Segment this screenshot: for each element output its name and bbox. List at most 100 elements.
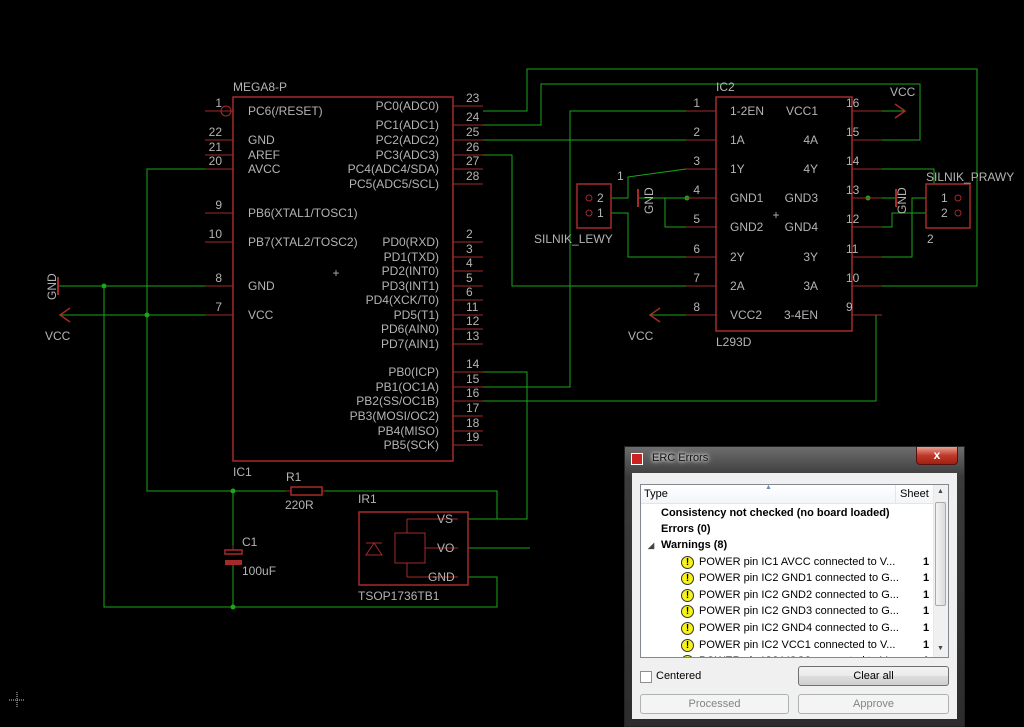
ic2-pin-label: 1Y [730, 162, 745, 176]
wire [483, 154, 686, 287]
ic1-pin-label: PD5(T1) [394, 308, 439, 322]
ic1-pin-number: 17 [466, 401, 480, 415]
ic1-pin-number: 23 [466, 91, 480, 105]
warning-icon: ! [681, 622, 694, 635]
warning-row[interactable]: ! POWER pin IC1 AVCC connected to V... 1 [641, 555, 935, 571]
wire [483, 371, 528, 520]
ic1-pin-number: 24 [466, 110, 480, 124]
ic1-pin-number: 26 [466, 140, 480, 154]
expand-triangle-icon[interactable]: ◢ [648, 541, 654, 550]
ic1-pin-label: PD1(TXD) [384, 250, 439, 264]
warning-icon: ! [681, 589, 694, 602]
row-sheet: 1 [923, 589, 930, 601]
scroll-down-icon[interactable]: ▼ [937, 645, 944, 652]
ic1-pin-label: PB5(SCK) [384, 438, 439, 452]
centered-checkbox[interactable] [640, 671, 652, 683]
ic1-pin-label: PD7(AIN1) [381, 337, 439, 351]
eagle-app-icon [631, 453, 643, 465]
processed-button[interactable]: Processed [640, 694, 789, 714]
ic1-pin-number: 3 [466, 242, 473, 256]
centered-label: Centered [656, 670, 702, 682]
ic1-pin-number: 8 [215, 271, 222, 285]
gnd-label: GND [642, 187, 656, 214]
ic1-pin-number: 20 [209, 154, 223, 168]
connector-pin-number: 1 [617, 169, 624, 183]
ic1-pin-number: 16 [466, 386, 480, 400]
ic1-pin-label: PD6(AIN0) [381, 322, 439, 336]
ic2-pin-number: 4 [693, 183, 700, 197]
ic1-pin-label: PC0(ADC0) [376, 99, 439, 113]
list-header: ▲ Type Sheet [641, 485, 935, 504]
dialog-titlebar[interactable]: ERC Errors x [625, 447, 964, 471]
warning-icon: ! [681, 655, 694, 657]
info-row[interactable]: Errors (0) [641, 522, 935, 538]
warning-row[interactable]: ! POWER pin IC2 VCC1 connected to V... 1 [641, 638, 935, 654]
warning-row[interactable]: ! POWER pin IC2 GND1 connected to G... 1 [641, 571, 935, 587]
scroll-up-icon[interactable]: ▲ [937, 488, 944, 495]
ic1-pin-number: 4 [466, 256, 473, 270]
scroll-thumb[interactable] [935, 502, 946, 606]
silnik-lewy-name: SILNIK_LEWY [534, 232, 613, 246]
ic1-pin-number: 18 [466, 416, 480, 430]
ic1-pin-number: 28 [466, 169, 480, 183]
ic2-pin-number: 9 [846, 300, 853, 314]
ic1-pin-label: VCC [248, 308, 274, 322]
ic1-pin-label: PC4(ADC4/SDA) [348, 162, 439, 176]
ic1-pin-label: PC1(ADC1) [376, 118, 439, 132]
erc-list[interactable]: ▲ Type Sheet Consistency not checked (no… [640, 484, 949, 658]
ic2-pin-number: 15 [846, 125, 860, 139]
ic2-pin-number: 11 [846, 242, 859, 256]
ic2-value: L293D [716, 335, 752, 349]
warning-row[interactable]: ! POWER pin IC2 GND4 connected to G... 1 [641, 621, 935, 637]
ic1-pin-number: 6 [466, 285, 473, 299]
warning-icon: ! [681, 572, 694, 585]
ic2-pin-number: 7 [693, 271, 700, 285]
ic1-pin-label: PC2(ADC2) [376, 133, 439, 147]
ir1-pin-label: VS [437, 512, 453, 526]
warnings-group-row[interactable]: ◢ Warnings (8) [641, 538, 935, 554]
ic2-pin-label: 3-4EN [784, 308, 818, 322]
gnd-label: GND [45, 273, 59, 300]
warning-icon: ! [681, 639, 694, 652]
clear-all-button[interactable]: Clear all [798, 666, 949, 686]
ic1-pin-label: PB1(OC1A) [376, 380, 439, 394]
connector-pin-label: 2 [597, 191, 604, 205]
ic2-pin-number: 10 [846, 271, 860, 285]
ic1-pin-number: 19 [466, 430, 480, 444]
row-sheet: 1 [923, 622, 930, 634]
junction-dot [144, 312, 150, 318]
junction-dot [230, 488, 236, 494]
warning-row[interactable]: ! POWER pin IC2 GND2 connected to G... 1 [641, 588, 935, 604]
ic1-pin-label: PB7(XTAL2/TOSC2) [248, 235, 358, 249]
ic2-pin-number: 2 [693, 125, 700, 139]
ic2-pin-label: 1-2EN [730, 104, 764, 118]
column-type[interactable]: Type [644, 488, 668, 500]
info-row[interactable]: Consistency not checked (no board loaded… [641, 506, 935, 522]
ic1-pin-label: PC3(ADC3) [376, 148, 439, 162]
warning-row[interactable]: ! POWER pin IC2 GND3 connected to G... 1 [641, 604, 935, 620]
erc-errors-dialog: ERC Errors x ▲ Type Sheet Consistency no… [624, 446, 965, 727]
ir1-value: TSOP1736TB1 [358, 589, 440, 603]
vcc-label: VCC [628, 329, 654, 343]
c1-plate [225, 560, 242, 565]
c1-value: 100uF [242, 564, 276, 578]
wire [483, 110, 686, 388]
ic2-pin-label: 2Y [730, 250, 745, 264]
connector-pin [954, 209, 962, 217]
close-button[interactable]: x [916, 447, 958, 465]
r1-value: 220R [285, 498, 314, 512]
ic1-pin-number: 10 [209, 227, 223, 241]
junction-dot [230, 604, 236, 610]
approve-button[interactable]: Approve [798, 694, 949, 714]
ic1-pin-number: 9 [215, 198, 222, 212]
ir1-inner [394, 532, 426, 564]
column-sheet[interactable]: Sheet [895, 485, 929, 503]
photodiode-icon [365, 542, 383, 556]
ic1-value: MEGA8-P [233, 80, 287, 94]
c1-plate [224, 549, 243, 555]
warning-row[interactable]: ! POWER pin IC2 VCC2 connected to V... 1 [641, 654, 935, 657]
list-scrollbar[interactable]: ▲ ▼ [933, 485, 948, 657]
gnd-label: GND [895, 187, 909, 214]
ic2-pin-label: GND2 [730, 220, 764, 234]
ic2-pin-number: 6 [693, 242, 700, 256]
